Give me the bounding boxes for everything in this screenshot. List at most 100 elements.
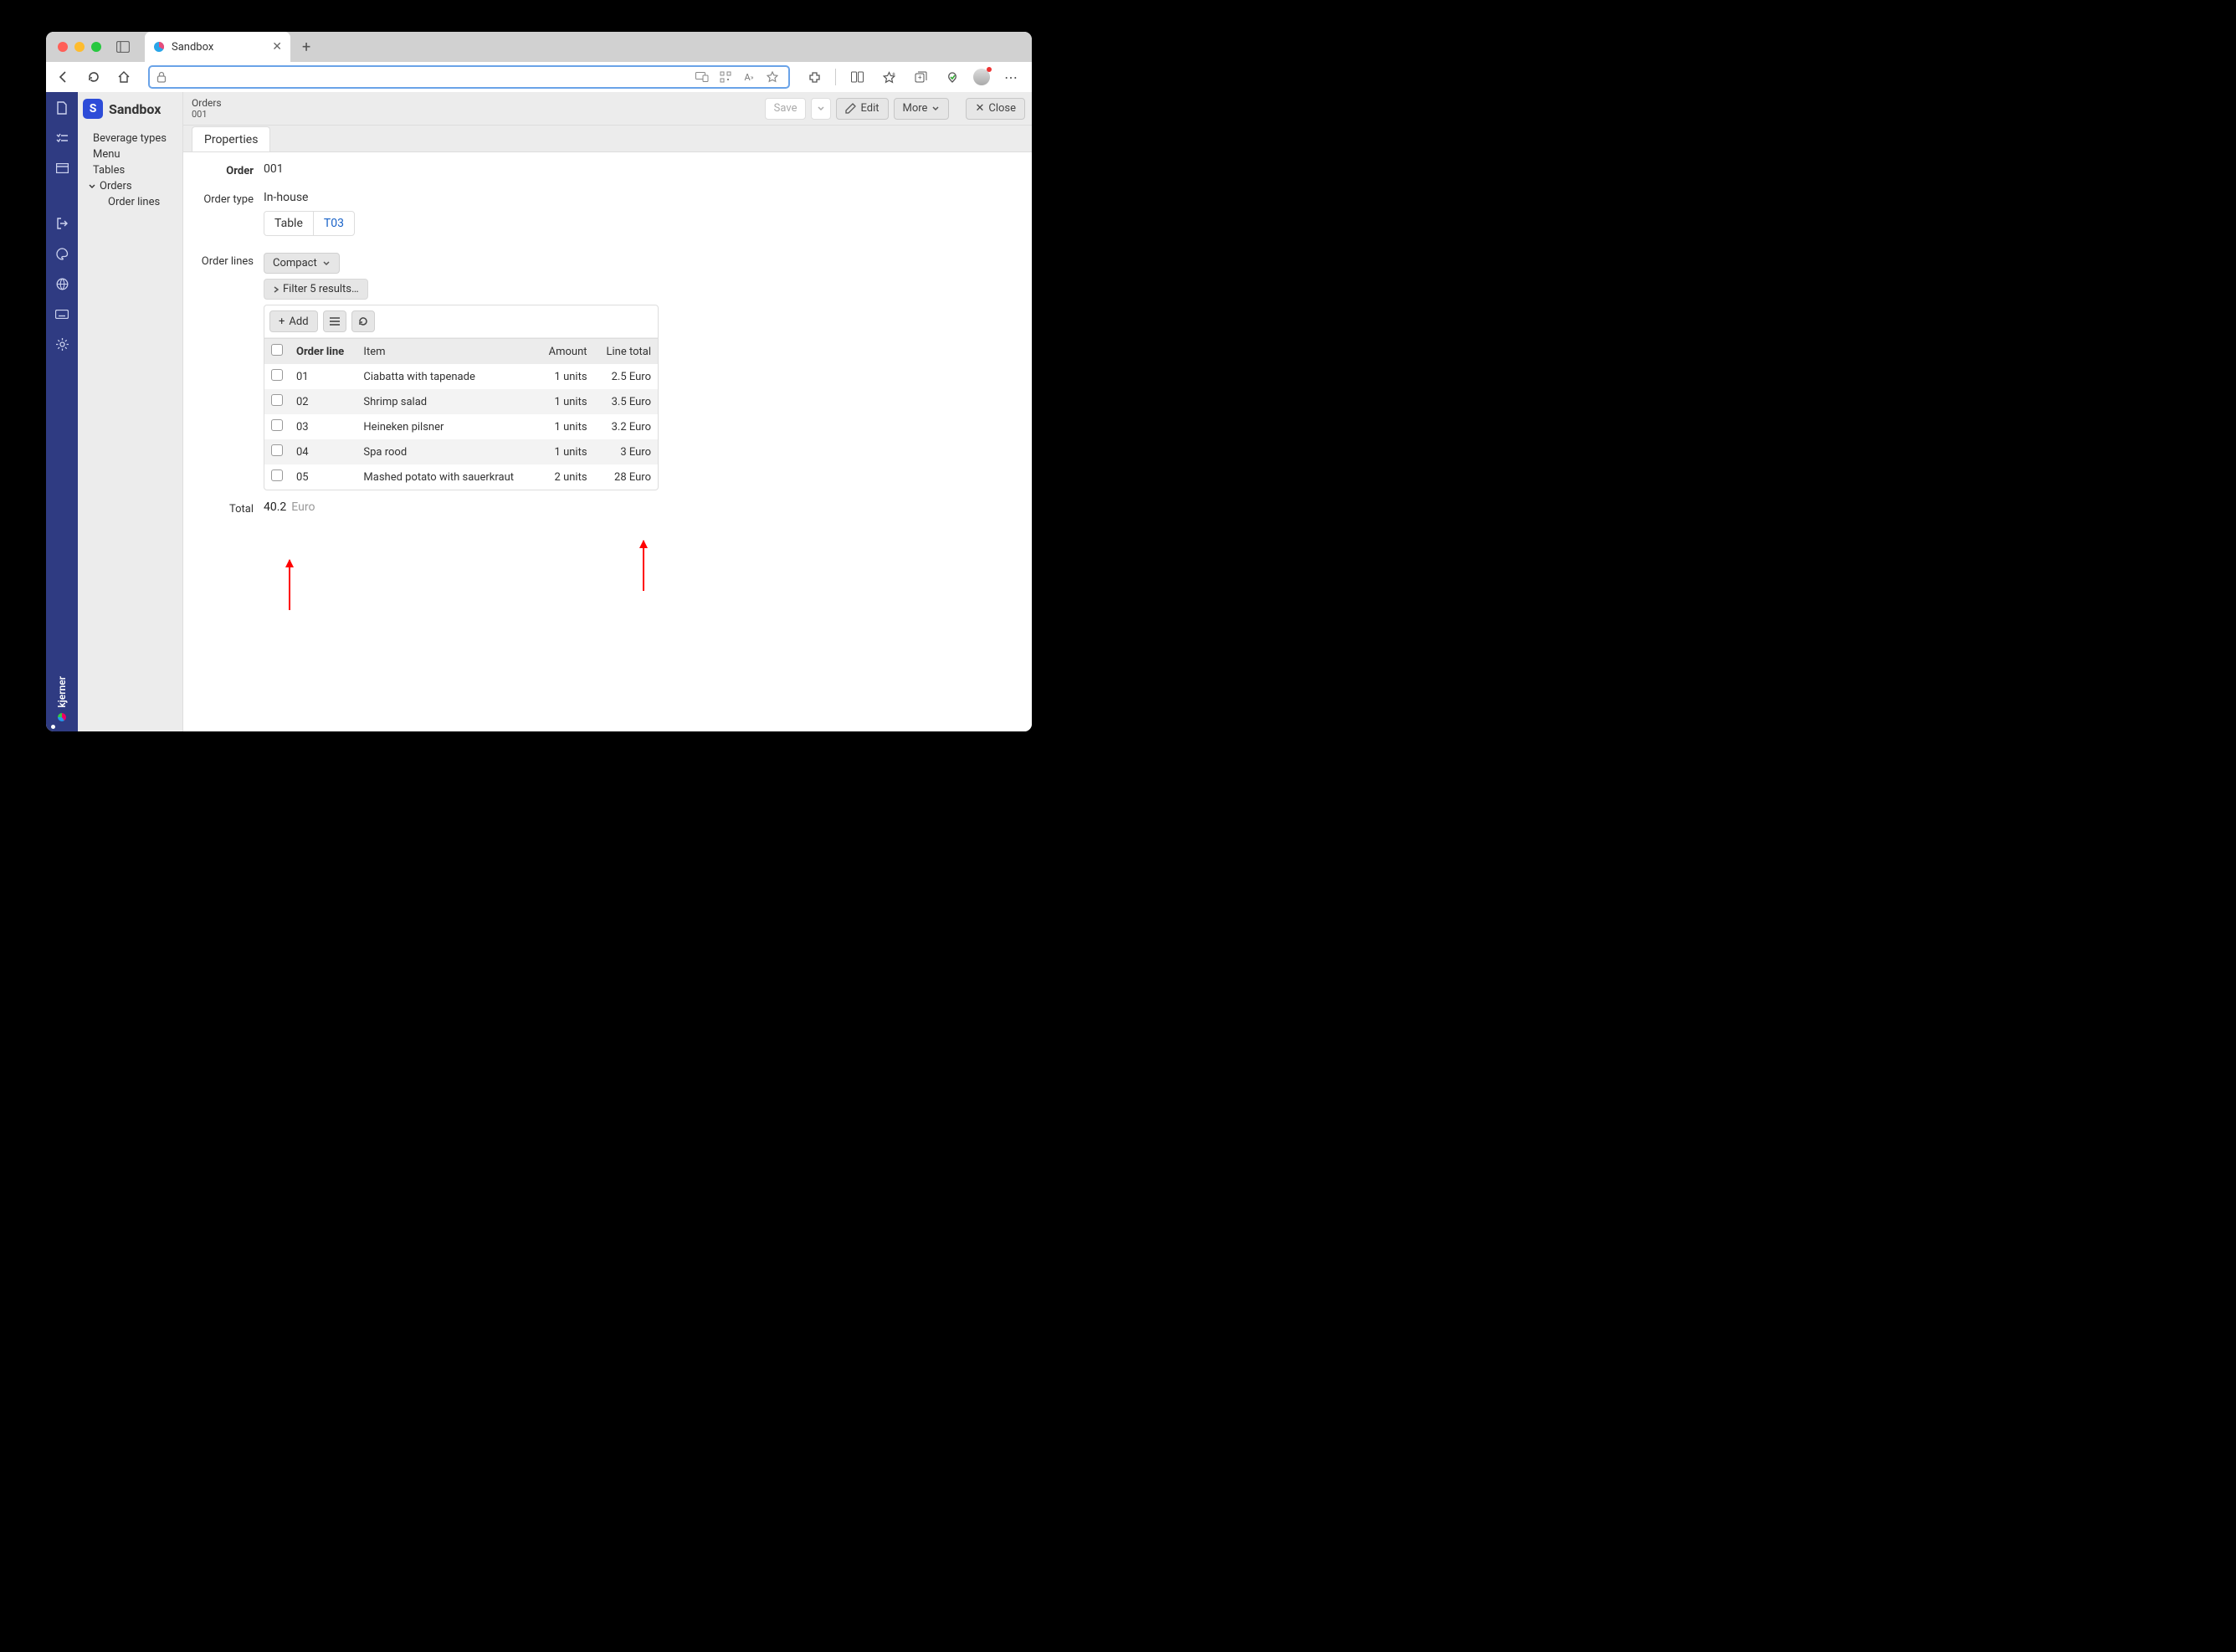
app-header: S Sandbox [78,92,182,126]
split-screen-icon[interactable] [846,66,868,88]
cell-order-line: 03 [290,414,356,439]
col-line-total[interactable]: Line total [594,339,658,365]
nav-list: Beverage types Menu Tables Orders Order … [78,126,182,210]
checklist-icon[interactable] [53,129,71,147]
save-button[interactable]: Save [765,98,807,120]
keyboard-icon[interactable] [53,305,71,323]
cell-line-total: 3 Euro [594,439,658,464]
tab-properties[interactable]: Properties [192,126,270,151]
refresh-button[interactable] [83,66,105,88]
action-buttons: Save Edit More ✕ Close [765,98,1025,120]
order-lines-table: + Add [264,305,659,490]
cell-line-total: 2.5 Euro [594,364,658,389]
table-row[interactable]: 01Ciabatta with tapenade1 units2.5 Euro [264,364,658,389]
cell-line-total: 3.2 Euro [594,414,658,439]
app-title: Sandbox [109,101,161,117]
browser-tab[interactable]: Sandbox ✕ [145,32,290,62]
row-checkbox[interactable] [271,419,283,431]
edit-button[interactable]: Edit [836,98,888,120]
back-button[interactable] [53,66,74,88]
profile-avatar[interactable] [973,69,990,85]
cell-item: Shrimp salad [356,389,536,414]
tab-title: Sandbox [172,41,272,54]
close-button[interactable]: ✕ Close [966,98,1025,120]
annotation-arrow-right [643,541,644,591]
collections-icon[interactable]: + [910,66,931,88]
content-tabs: Properties [183,126,1032,152]
field-value-order-type: In-house [264,191,308,204]
row-checkbox[interactable] [271,444,283,456]
breadcrumb-title: Orders [192,97,765,109]
login-icon[interactable] [53,214,71,233]
doc-icon[interactable] [53,99,71,117]
field-label-order-lines: Order lines [183,253,264,268]
gear-icon[interactable] [53,335,71,353]
table-row[interactable]: 03Heineken pilsner1 units3.2 Euro [264,414,658,439]
select-all-checkbox[interactable] [271,344,283,356]
favorites-icon[interactable]: + [878,66,900,88]
plus-icon: + [279,316,285,328]
window-controls [46,42,101,52]
col-item[interactable]: Item [356,339,536,365]
shopping-icon[interactable] [941,66,963,88]
table-row[interactable]: 05Mashed potato with sauerkraut2 units28… [264,464,658,490]
row-checkbox[interactable] [271,469,283,481]
lock-icon [156,71,167,83]
row-checkbox[interactable] [271,369,283,381]
field-label-order: Order [183,162,264,177]
menu-icon[interactable]: ⋯ [1000,66,1022,88]
titlebar: Sandbox ✕ + [46,32,1032,62]
add-button[interactable]: + Add [269,310,318,332]
maximize-window-icon[interactable] [91,42,101,52]
svg-text:+: + [892,71,895,78]
text-size-icon[interactable]: A» [740,72,758,83]
main-content: Orders 001 Save Edit More [183,92,1032,731]
nav-item-tables[interactable]: Tables [88,162,182,178]
breadcrumb: Orders 001 [192,97,765,121]
cell-item: Mashed potato with sauerkraut [356,464,536,490]
home-button[interactable] [113,66,135,88]
nav-item-orders[interactable]: Orders [88,178,182,194]
nav-item-beverage-types[interactable]: Beverage types [88,131,182,146]
content-topbar: Orders 001 Save Edit More [183,92,1032,126]
nav-item-order-lines[interactable]: Order lines [88,194,182,210]
list-icon[interactable] [323,310,346,332]
view-mode-selector[interactable]: Compact [264,253,340,274]
refresh-icon[interactable] [351,310,375,332]
cell-order-line: 01 [290,364,356,389]
address-bar[interactable]: A» [148,65,790,89]
cell-item: Spa rood [356,439,536,464]
globe-icon[interactable] [53,274,71,293]
qr-icon[interactable] [716,71,735,83]
sidebar-toggle-icon[interactable] [116,41,130,53]
col-amount[interactable]: Amount [536,339,593,365]
table-row[interactable]: 02Shrimp salad1 units3.5 Euro [264,389,658,414]
cell-line-total: 28 Euro [594,464,658,490]
table-row[interactable]: 04Spa rood1 units3 Euro [264,439,658,464]
cell-order-line: 02 [290,389,356,414]
browser-toolbar: A» + + ⋯ [46,62,1032,92]
filter-button[interactable]: Filter 5 results… [264,279,368,300]
cell-amount: 2 units [536,464,593,490]
close-window-icon[interactable] [58,42,68,52]
favorite-star-icon[interactable] [763,71,782,83]
chevron-down-icon [88,182,98,191]
tab-close-icon[interactable]: ✕ [272,40,282,54]
brand-footer: kjerner [46,676,78,721]
new-tab-button[interactable]: + [302,38,310,56]
palette-icon[interactable] [53,244,71,263]
extensions-icon[interactable] [803,66,825,88]
more-button[interactable]: More [894,98,950,120]
table-ref-label: Table [264,212,313,235]
row-checkbox[interactable] [271,394,283,406]
responsive-icon[interactable] [693,72,711,82]
window-icon[interactable] [53,159,71,177]
table-ref-link[interactable]: T03 [313,212,354,235]
save-dropdown[interactable] [811,98,831,120]
field-label-order-type: Order type [183,191,264,206]
close-icon: ✕ [975,102,984,115]
minimize-window-icon[interactable] [74,42,85,52]
nav-item-menu[interactable]: Menu [88,146,182,162]
col-order-line[interactable]: Order line [290,339,356,365]
breadcrumb-sub: 001 [192,109,765,120]
